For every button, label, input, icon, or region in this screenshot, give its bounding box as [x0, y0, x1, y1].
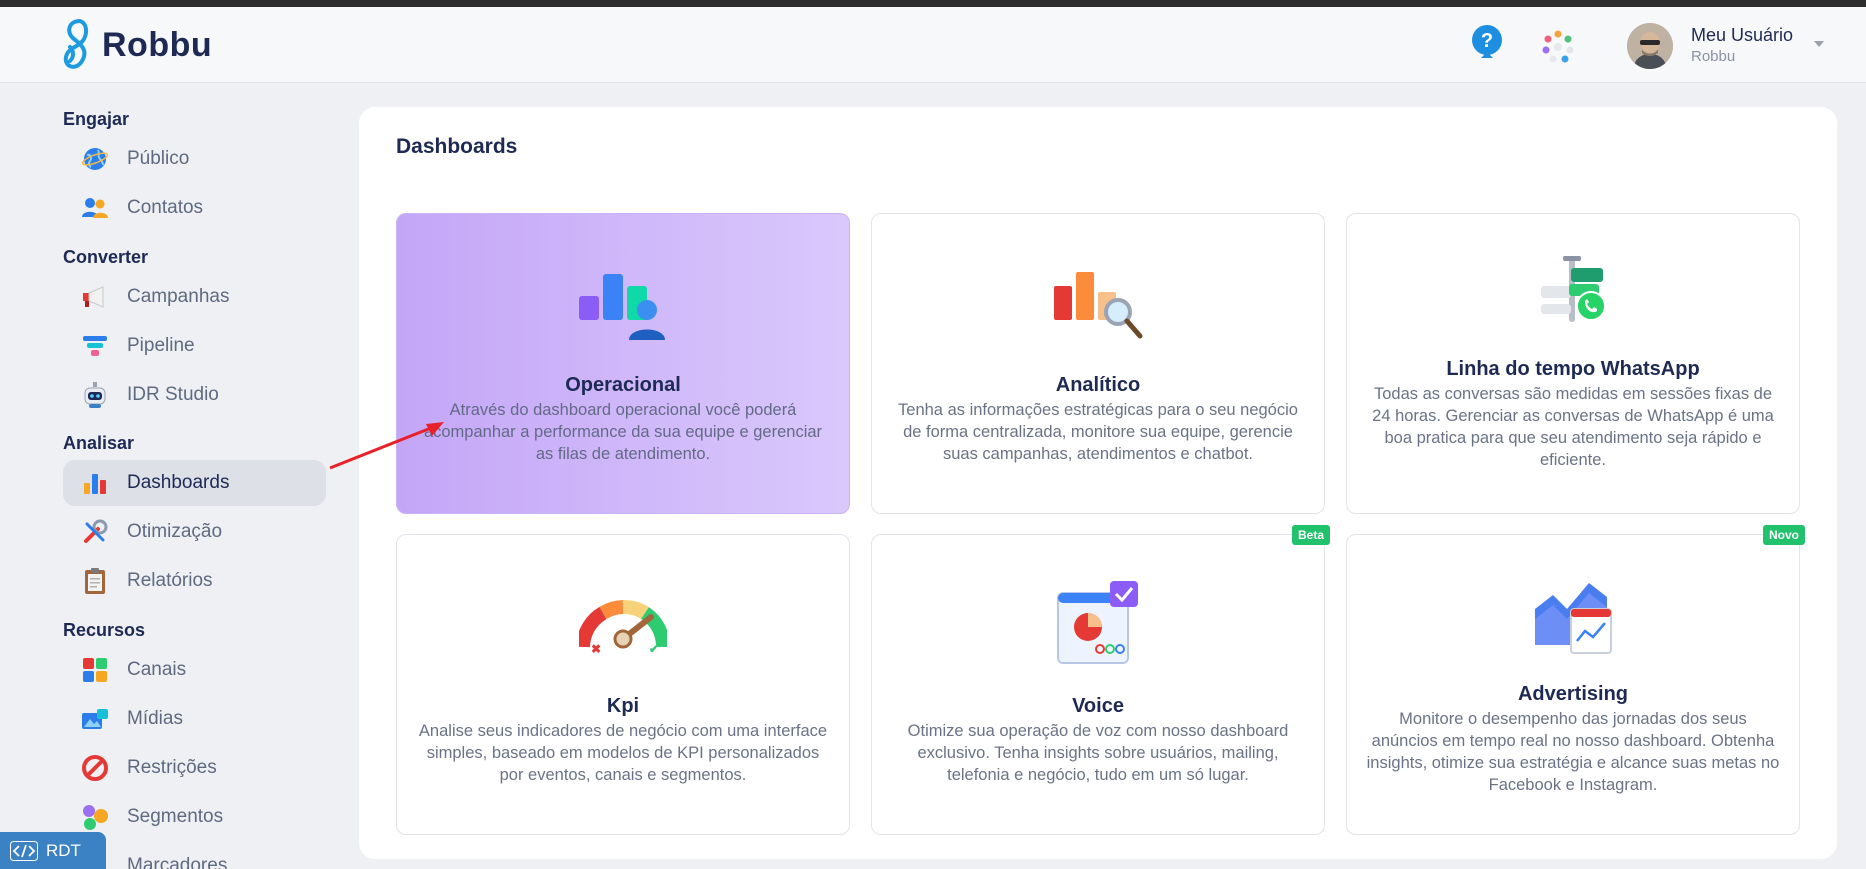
segments-icon	[80, 802, 110, 832]
card-title: Operacional	[565, 374, 681, 396]
sidebar-item-campanhas[interactable]: Campanhas	[63, 274, 326, 320]
sidebar-item-otimizacao[interactable]: Otimização	[63, 509, 326, 555]
beta-badge: Beta	[1291, 525, 1330, 545]
whatsapp-timeline-icon	[1541, 256, 1606, 322]
sidebar-item-publico[interactable]: Público	[63, 136, 326, 182]
sidebar-item-label: Dashboards	[127, 472, 230, 493]
megaphone-icon	[80, 282, 110, 312]
card-title: Voice	[1072, 695, 1124, 717]
rdt-button[interactable]: RDT	[0, 832, 106, 869]
sidebar-item-label: IDR Studio	[127, 384, 219, 405]
robot-icon	[80, 380, 110, 410]
gauge-icon: ✖ ✔	[579, 600, 667, 655]
funnel-icon	[80, 331, 110, 361]
prohibited-icon	[80, 753, 110, 783]
sidebar-item-midias[interactable]: Mídias	[63, 696, 326, 742]
sidebar-item-contatos[interactable]: Contatos	[63, 185, 326, 231]
media-icon	[80, 704, 110, 734]
sidebar-item-label: Segmentos	[127, 806, 224, 827]
brand-name: Robbu	[102, 25, 213, 64]
sidebar-item-label: Pipeline	[127, 335, 195, 356]
channels-icon	[80, 655, 110, 685]
svg-text:?: ?	[1481, 30, 1493, 52]
dashboard-card-analitico[interactable]: Analítico Tenha as informações estratégi…	[871, 213, 1325, 514]
card-description: Através do dashboard operacional você po…	[423, 401, 823, 463]
card-title: Kpi	[606, 695, 640, 717]
avatar[interactable]	[1627, 23, 1673, 69]
sidebar-item-idr-studio[interactable]: IDR Studio	[63, 372, 326, 418]
operational-chart-icon	[579, 274, 665, 340]
page-title: Dashboards	[396, 135, 518, 158]
card-description: Todas as conversas são medidas em sessõe…	[1372, 385, 1774, 469]
help-icon[interactable]: ?	[1471, 24, 1503, 64]
card-title: Advertising	[1517, 683, 1629, 705]
sidebar-item-restricoes[interactable]: Restrições	[63, 745, 326, 791]
brand-logo[interactable]: Robbu	[60, 17, 212, 73]
user-organization: Robbu	[1691, 48, 1736, 65]
sidebar-item-label: Mídias	[127, 708, 183, 729]
user-name[interactable]: Meu Usuário	[1691, 25, 1793, 46]
dashboard-card-voice[interactable]: Beta Voice Otimize sua operação de voz c…	[871, 525, 1330, 835]
card-title: Linha do tempo WhatsApp	[1446, 358, 1700, 380]
card-description: Otimize sua operação de voz com nosso da…	[907, 722, 1289, 784]
analytics-magnifier-icon	[1054, 272, 1143, 339]
rdt-label: RDT	[46, 840, 81, 860]
sidebar-item-pipeline[interactable]: Pipeline	[63, 323, 326, 369]
section-title-engajar: Engajar	[63, 109, 130, 129]
bar-chart-icon	[80, 468, 110, 498]
contacts-icon	[80, 193, 110, 223]
sidebar-item-dashboards[interactable]: Dashboards	[63, 460, 326, 506]
sidebar-item-label: Contatos	[127, 197, 204, 218]
section-title-converter: Converter	[63, 247, 149, 267]
clipboard-icon	[80, 566, 110, 596]
globe-icon	[80, 144, 110, 174]
sidebar-item-label: Relatórios	[127, 570, 213, 591]
new-badge: Novo	[1763, 525, 1805, 545]
dashboard-card-kpi[interactable]: ✖ ✔ Kpi Analise seus indicadores de negó…	[396, 534, 850, 835]
sidebar-item-label: Marcadores	[127, 855, 228, 869]
robbu-logo-icon	[63, 18, 89, 69]
card-description: Analise seus indicadores de negócio com …	[418, 722, 828, 784]
sidebar-item-relatorios[interactable]: Relatórios	[63, 558, 326, 604]
svg-text:✖: ✖	[591, 642, 601, 655]
code-icon	[10, 840, 38, 861]
dashboard-card-advertising[interactable]: Novo Advertising Monitore o desempenho d…	[1346, 525, 1805, 835]
section-title-recursos: Recursos	[63, 620, 146, 640]
main-panel: Dashboards Operacional Através do dashbo…	[359, 107, 1837, 859]
sidebar-item-label: Canais	[127, 659, 187, 680]
card-description: Monitore o desempenho das jornadas dos s…	[1366, 710, 1780, 794]
tools-icon	[80, 517, 110, 547]
dashboard-card-operacional[interactable]: Operacional Através do dashboard operaci…	[396, 213, 850, 514]
apps-icon[interactable]	[1540, 29, 1576, 65]
chevron-down-icon[interactable]	[1814, 41, 1824, 47]
voice-dashboard-icon	[1057, 581, 1138, 664]
sidebar-item-label: Otimização	[127, 521, 223, 542]
dashboard-card-whatsapp-timeline[interactable]: Linha do tempo WhatsApp Todas as convers…	[1346, 213, 1800, 514]
sidebar: Engajar Público Contatos Converter Campa…	[0, 84, 340, 869]
sidebar-item-label: Campanhas	[127, 286, 230, 307]
top-header: Robbu ? Meu Usuário Robbu	[0, 7, 1866, 83]
card-title: Analítico	[1055, 374, 1141, 396]
window-top-strip	[0, 0, 1866, 7]
annotation-arrow	[329, 422, 444, 470]
svg-text:✔: ✔	[649, 642, 659, 655]
card-description: Tenha as informações estratégicas para o…	[898, 401, 1298, 463]
sidebar-item-label: Restrições	[127, 757, 217, 778]
section-title-analisar: Analisar	[63, 433, 135, 453]
advertising-chart-icon	[1535, 583, 1612, 654]
sidebar-item-canais[interactable]: Canais	[63, 647, 326, 693]
user-avatar-image	[1627, 23, 1673, 69]
sidebar-item-label: Público	[127, 148, 190, 169]
